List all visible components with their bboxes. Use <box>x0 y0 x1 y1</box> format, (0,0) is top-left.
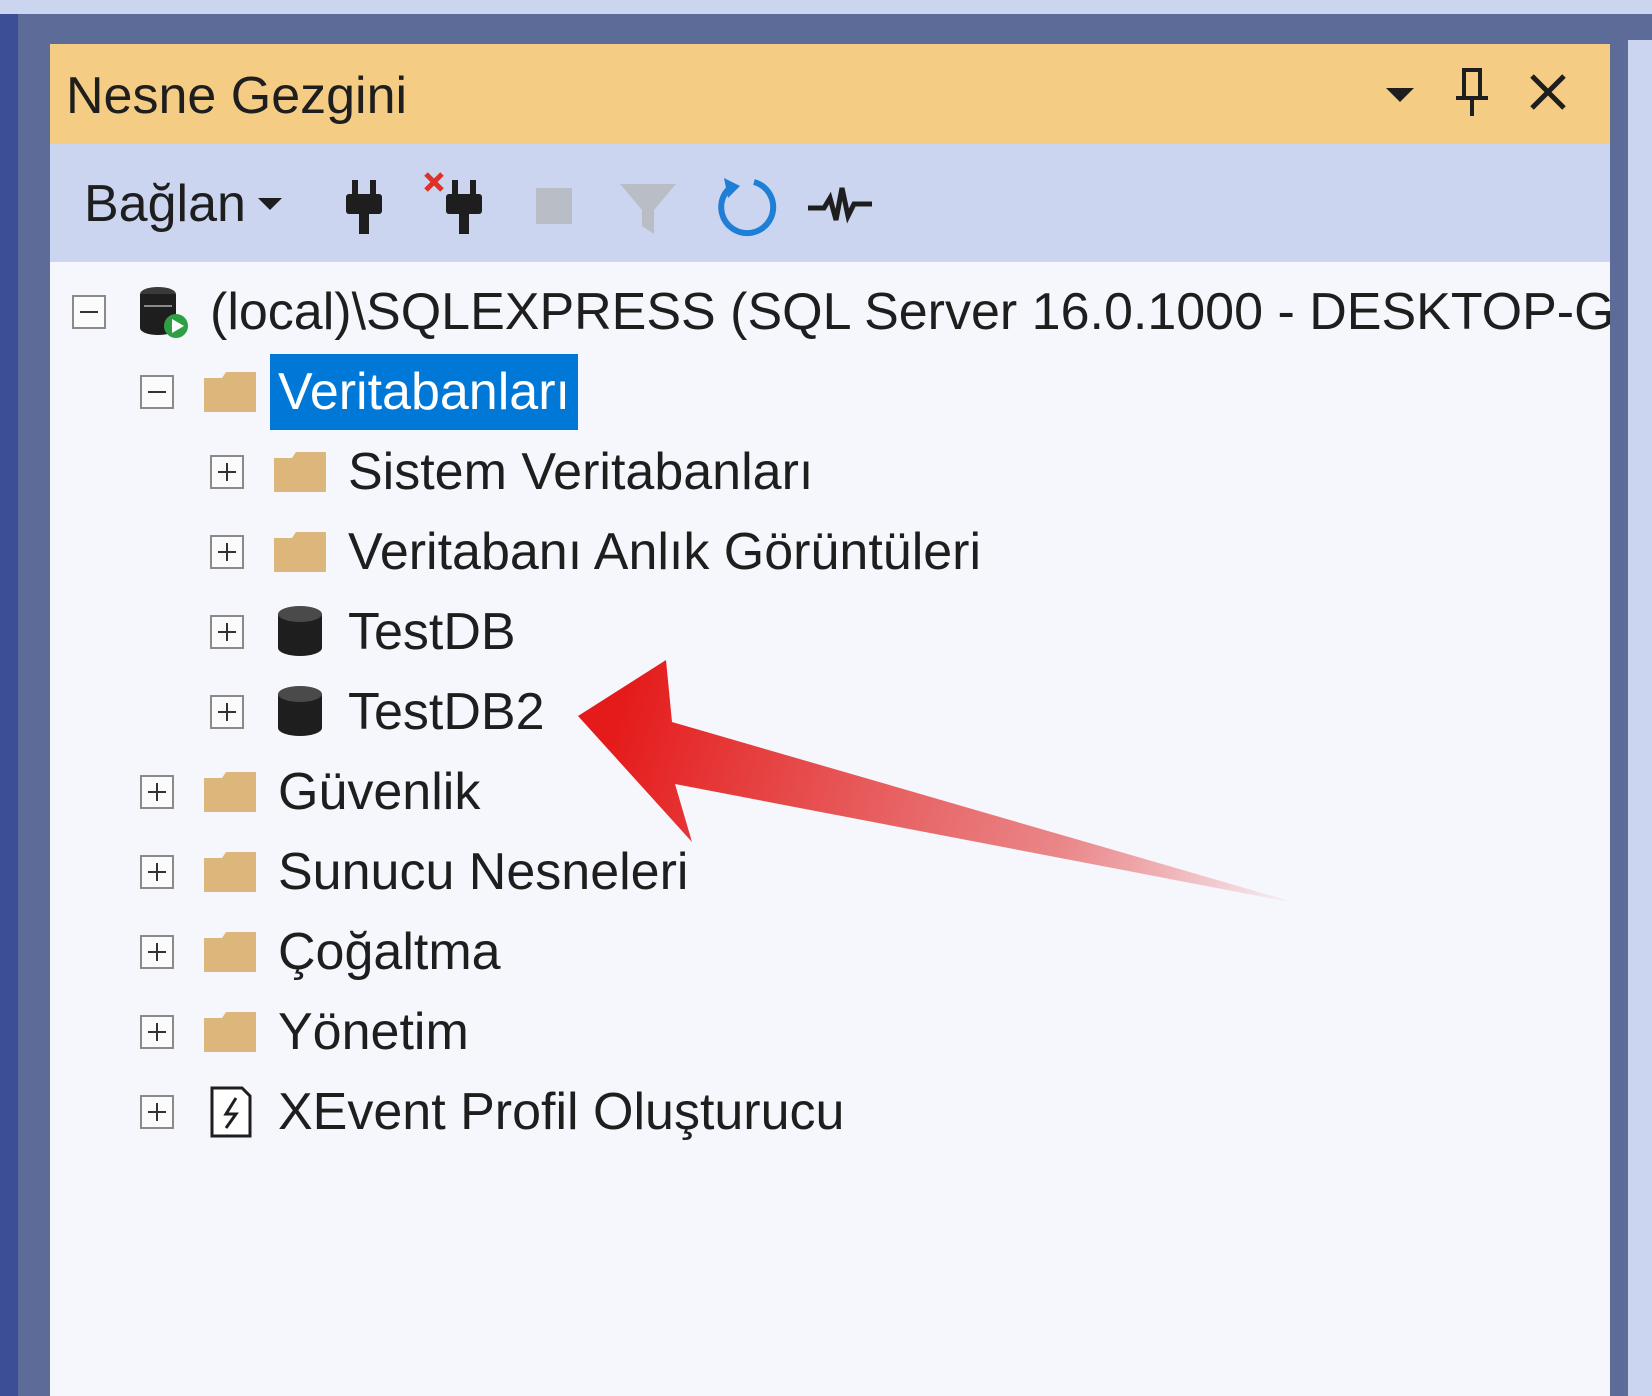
window-right-edge <box>1628 40 1652 1396</box>
object-explorer-panel: Nesne Gezgini Bağlan (local)\SQLEXPRESS … <box>50 44 1610 1396</box>
red-arrow-annotation <box>578 660 1300 904</box>
window-left-edge <box>0 14 18 1396</box>
window-top-strip <box>0 0 1652 14</box>
